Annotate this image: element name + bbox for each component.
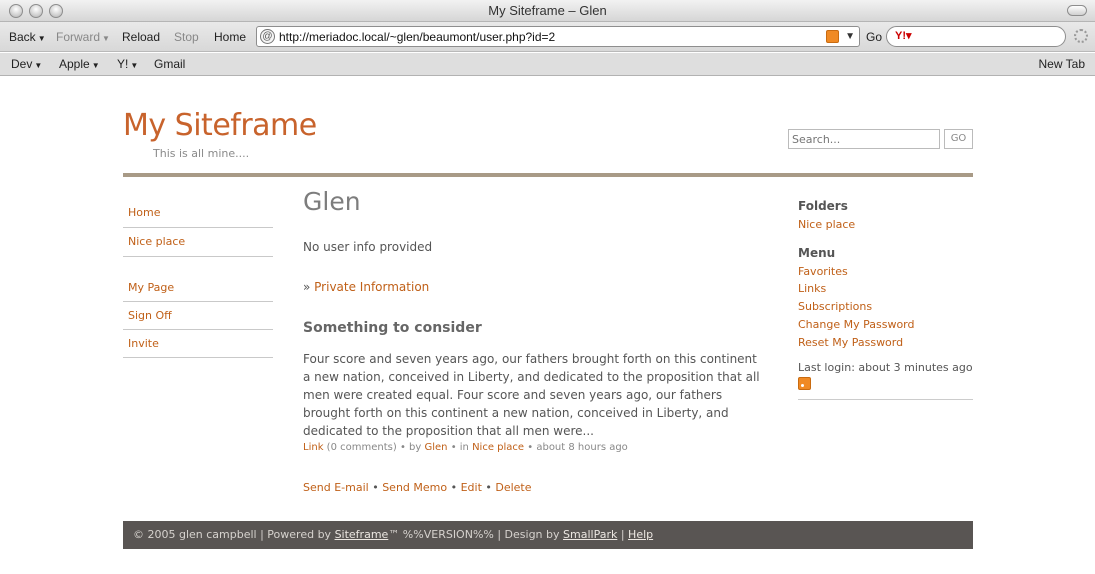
footer-separator: | [617,528,629,541]
folder-link-nice-place[interactable]: Nice place [798,216,973,234]
smallpark-link[interactable]: SmallPark [563,528,617,541]
menu-link-reset-password[interactable]: Reset My Password [798,334,973,352]
search-engine-field[interactable]: Y!▾ [886,26,1066,47]
private-info-row: » Private Information [303,280,763,294]
menu-link-change-password[interactable]: Change My Password [798,316,973,334]
nav-item-invite[interactable]: Invite [123,330,273,358]
post-permalink[interactable]: Link [303,442,323,453]
bookmark-label: Apple [59,57,90,71]
loading-spinner-icon [1074,29,1088,43]
right-sidebar: Folders Nice place Menu Favorites Links … [798,199,973,401]
back-dropdown-icon[interactable]: ▼ [38,34,46,43]
toolbar-toggle-icon[interactable] [1067,5,1087,16]
yahoo-engine-icon[interactable]: Y!▾ [895,29,912,42]
send-email-link[interactable]: Send E-mail [303,481,369,494]
bookmark-gmail[interactable]: Gmail [154,57,185,71]
site-tagline: This is all mine.... [153,147,250,160]
bookmark-label: Y! [117,57,129,71]
bookmark-label: Dev [11,57,33,71]
bookmark-dev[interactable]: Dev ▼ [11,57,42,71]
web-page: My Siteframe This is all mine.... GO Hom… [0,77,1095,574]
chevron-down-icon: ▼ [34,61,43,70]
post-author-link[interactable]: Glen [424,442,447,453]
post-body: Four score and seven years ago, our fath… [303,352,760,438]
header-divider [123,173,973,177]
rss-icon[interactable] [798,377,811,391]
nav-group-user: My Page Sign Off Invite [123,274,273,358]
new-tab-button[interactable]: New Tab [1039,57,1085,71]
chevron-down-icon: ▼ [130,61,139,70]
post-comments-count[interactable]: (0 comments) [327,442,397,453]
user-actions: Send E-mail • Send Memo • Edit • Delete [303,481,763,494]
stop-button[interactable]: Stop [174,30,199,44]
go-button[interactable]: Go [866,30,882,44]
menu-heading: Menu [798,245,836,260]
main-content: Glen No user info provided » Private Inf… [303,187,763,494]
forward-dropdown-icon[interactable]: ▼ [102,34,110,43]
private-info-prefix: » [303,280,315,294]
post-timestamp: • about 8 hours ago [527,442,628,453]
menu-link-subscriptions[interactable]: Subscriptions [798,298,973,316]
nav-group-site: Home Nice place [123,199,273,257]
menu-link-favorites[interactable]: Favorites [798,263,973,281]
site-identity-icon: @ [260,29,275,44]
forward-label: Forward [56,30,101,44]
footer-copyright: © 2005 glen campbell | Powered by [133,528,335,541]
back-button[interactable]: Back ▼ [9,30,46,44]
left-nav: Home Nice place My Page Sign Off Invite [123,199,273,358]
post-meta: Link (0 comments) • by Glen • in Nice pl… [303,442,763,453]
history-dropdown-icon[interactable]: ▼ [845,31,855,42]
chevron-down-icon: ▼ [91,61,100,70]
window-titlebar: My Siteframe – Glen [0,0,1095,22]
rss-feed-icon[interactable] [826,30,839,43]
address-input[interactable]: http://meriadoc.local/~glen/beaumont/use… [279,30,555,44]
back-label: Back [9,30,36,44]
help-link[interactable]: Help [628,528,653,541]
private-info-link[interactable]: Private Information [314,280,429,294]
user-info-text: No user info provided [303,240,433,254]
action-separator: • [481,481,496,494]
nav-item-my-page[interactable]: My Page [123,274,273,302]
last-login-text: Last login: about 3 minutes ago [798,361,973,375]
post-by-label: • by [399,442,422,453]
delete-link[interactable]: Delete [495,481,531,494]
nav-item-home[interactable]: Home [123,199,273,228]
page-title: Glen [303,187,361,216]
action-separator: • [447,481,461,494]
bookmarks-bar: Dev ▼ Apple ▼ Y! ▼ Gmail New Tab [0,53,1095,76]
navigation-toolbar: Back ▼ Forward ▼ Reload Stop Home @ http:/… [0,22,1095,52]
bookmark-apple[interactable]: Apple ▼ [59,57,100,71]
site-search-input[interactable] [788,129,940,149]
action-separator: • [368,481,383,494]
menu-link-links[interactable]: Links [798,280,973,298]
sidebar-divider [798,399,973,401]
site-title[interactable]: My Siteframe [123,108,317,143]
post-folder-link[interactable]: Nice place [472,442,524,453]
post-in-label: • in [450,442,469,453]
edit-link[interactable]: Edit [461,481,482,494]
nav-item-nice-place[interactable]: Nice place [123,228,273,257]
send-memo-link[interactable]: Send Memo [382,481,447,494]
footer-version: ™ %%VERSION%% | Design by [388,528,564,541]
folders-heading: Folders [798,199,848,213]
home-button[interactable]: Home [214,30,246,44]
forward-button[interactable]: Forward ▼ [56,30,110,44]
window-title: My Siteframe – Glen [488,3,607,18]
siteframe-link[interactable]: Siteframe [335,528,389,541]
site-search-button[interactable]: GO [944,129,973,149]
post-title[interactable]: Something to consider [303,320,763,336]
nav-item-sign-off[interactable]: Sign Off [123,302,273,330]
address-bar[interactable]: @ http://meriadoc.local/~glen/beaumont/u… [256,26,860,47]
reload-button[interactable]: Reload [122,30,160,44]
bookmark-yahoo[interactable]: Y! ▼ [117,57,138,71]
page-footer: © 2005 glen campbell | Powered by Sitefr… [123,521,973,549]
